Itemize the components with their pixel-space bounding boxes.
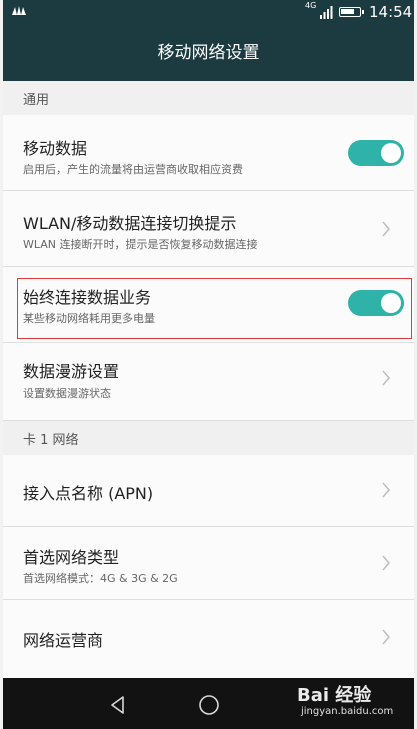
setting-subtitle: WLAN 连接断开时，提示是否恢复移动数据连接: [23, 238, 258, 251]
chevron-right-icon: [382, 221, 390, 237]
setting-title: 数据漫游设置: [23, 362, 120, 381]
watermark-brand: Bai 经验: [297, 685, 372, 706]
setting-mobile-data[interactable]: 移动数据 启用后，产生的流量将由运营商收取相应资费: [3, 115, 414, 191]
chevron-right-icon: [382, 555, 390, 571]
network-type-label: 4G: [305, 1, 317, 10]
watermark: Bai 经验 jingyan.baidu.com: [293, 679, 413, 725]
title-bar: 4G 14:54 移动网络设置: [3, 0, 414, 81]
toggle-knob: [381, 143, 401, 163]
setting-title: 接入点名称 (APN): [23, 484, 154, 503]
chevron-right-icon: [382, 482, 390, 498]
setting-title: 移动数据: [23, 139, 88, 158]
signal-bars-icon: [320, 6, 333, 19]
chevron-right-icon: [382, 629, 390, 645]
back-triangle-icon[interactable]: [107, 694, 129, 716]
battery-icon: [339, 7, 364, 17]
setting-subtitle: 设置数据漫游状态: [23, 387, 111, 400]
setting-title: WLAN/移动数据连接切换提示: [23, 214, 237, 233]
status-time: 14:54: [369, 3, 413, 21]
home-circle-icon[interactable]: [198, 694, 220, 716]
section-header-sim1: 卡 1 网络: [3, 421, 414, 455]
huawei-logo-icon: [12, 6, 26, 15]
section-label: 卡 1 网络: [23, 433, 79, 448]
highlight-box: [17, 278, 412, 339]
setting-apn[interactable]: 接入点名称 (APN): [3, 455, 414, 527]
setting-wlan-switch-prompt[interactable]: WLAN/移动数据连接切换提示 WLAN 连接断开时，提示是否恢复移动数据连接: [3, 191, 414, 267]
setting-title: 首选网络类型: [23, 548, 120, 567]
page-title: 移动网络设置: [157, 43, 260, 63]
status-bar: 4G 14:54: [3, 0, 414, 24]
setting-network-operator[interactable]: 网络运营商: [3, 600, 414, 678]
setting-data-roaming[interactable]: 数据漫游设置 设置数据漫游状态: [3, 343, 414, 421]
chevron-right-icon: [382, 370, 390, 386]
section-label: 通用: [23, 93, 50, 108]
mobile-data-toggle[interactable]: [348, 140, 404, 166]
section-header-general: 通用: [3, 81, 414, 115]
setting-subtitle: 首选网络模式：4G & 3G & 2G: [23, 572, 178, 585]
watermark-url: jingyan.baidu.com: [301, 706, 394, 717]
settings-screen: 4G 14:54 移动网络设置 通用 移动数据 启用后，产生的流量将由运营商收取…: [3, 0, 414, 729]
setting-subtitle: 启用后，产生的流量将由运营商收取相应资费: [23, 163, 243, 176]
setting-preferred-network-type[interactable]: 首选网络类型 首选网络模式：4G & 3G & 2G: [3, 527, 414, 600]
setting-title: 网络运营商: [23, 631, 104, 650]
